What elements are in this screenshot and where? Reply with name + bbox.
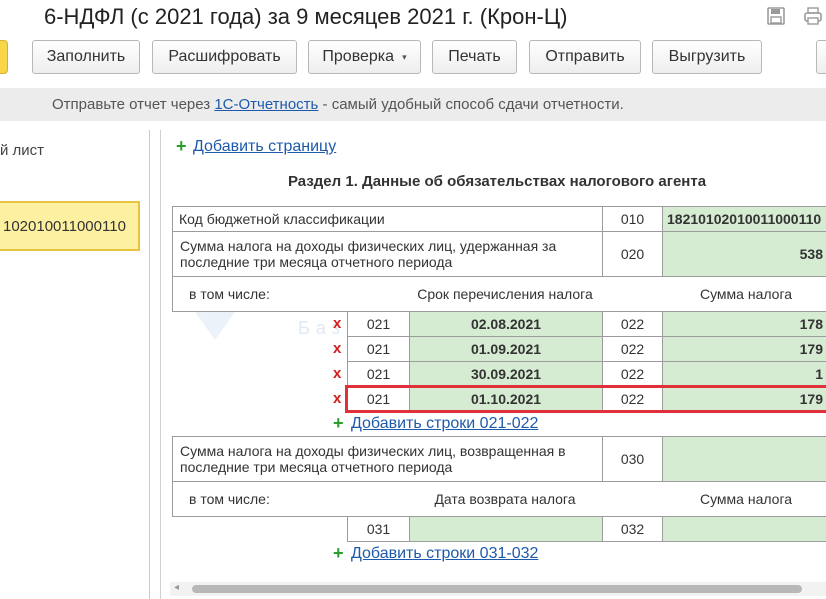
kbk-value-field[interactable]: 18210102010011000110 <box>662 206 826 232</box>
returned-tax-amount-field[interactable] <box>662 516 826 542</box>
row-code-022: 022 <box>602 336 663 362</box>
withheld-amount-field[interactable]: 538 <box>662 231 826 277</box>
sidebar-section-label: й лист <box>0 142 45 159</box>
returned-amount-field[interactable] <box>662 436 826 482</box>
add-page-link[interactable]: Добавить страницу <box>193 138 336 156</box>
returned-code: 030 <box>602 436 663 482</box>
kbk-label: Код бюджетной классификации <box>172 206 603 232</box>
withheld-code: 020 <box>602 231 663 277</box>
tax-amount-field[interactable]: 1 <box>662 361 826 387</box>
info-suffix: - самый удобный способ сдачи отчетности. <box>318 96 624 113</box>
return-date-field[interactable] <box>409 516 603 542</box>
delete-row-icon[interactable]: x <box>333 390 341 407</box>
row-code-021: 021 <box>347 311 410 337</box>
tax-amount-field[interactable]: 179 <box>662 336 826 362</box>
breakdown-label-1: в том числе: <box>189 286 270 302</box>
export-button[interactable]: Выгрузить <box>652 40 762 74</box>
transfer-date-field[interactable]: 30.09.2021 <box>409 361 603 387</box>
send-button-label: Отправить <box>545 48 625 65</box>
sidebar-item-selected[interactable]: 102010011000110 <box>0 201 140 251</box>
returned-label: Сумма налога на доходы физических лиц, в… <box>172 436 603 482</box>
fill-button[interactable]: Заполнить <box>32 40 140 74</box>
scroll-left-icon[interactable]: ◂ <box>174 582 179 593</box>
save-icon[interactable] <box>766 6 786 26</box>
delete-row-icon[interactable]: x <box>333 340 341 357</box>
fill-button-label: Заполнить <box>46 48 126 65</box>
record-and-close-button[interactable] <box>0 40 8 74</box>
check-button-label: Проверка <box>322 48 395 65</box>
title-bar: 6-НДФЛ (с 2021 года) за 9 месяцев 2021 г… <box>0 0 826 34</box>
delete-row-icon[interactable]: x <box>333 315 341 332</box>
reporting-service-link[interactable]: 1С-Отчетность <box>214 96 318 113</box>
add-rows-031-032-link[interactable]: Добавить строки 031-032 <box>351 545 538 563</box>
transfer-date-header: Срок перечисления налога <box>417 286 593 302</box>
decode-button-label: Расшифровать <box>168 48 281 65</box>
highlighted-row-frame <box>345 385 826 413</box>
row-code-021: 021 <box>347 336 410 362</box>
add-rows-021-022-link[interactable]: Добавить строки 021-022 <box>351 415 538 433</box>
add-page-plus-icon: + <box>176 136 187 156</box>
info-prefix: Отправьте отчет через <box>52 96 215 113</box>
withheld-label: Сумма налога на доходы физических лиц, у… <box>172 231 603 277</box>
print-button[interactable]: Печать <box>432 40 517 74</box>
print-icon[interactable] <box>803 6 823 26</box>
check-dropdown-button[interactable]: Проверка ▾ <box>308 40 421 74</box>
transfer-date-field[interactable]: 01.09.2021 <box>409 336 603 362</box>
add-rows-plus-icon: + <box>333 413 344 433</box>
return-date-header: Дата возврата налога <box>434 491 576 507</box>
more-button[interactable] <box>816 40 826 74</box>
row-code-022: 022 <box>602 311 663 337</box>
tax-amount-field[interactable]: 178 <box>662 311 826 337</box>
decode-button[interactable]: Расшифровать <box>152 40 297 74</box>
row-code-032: 032 <box>602 516 663 542</box>
breakdown-label-2: в том числе: <box>189 491 270 507</box>
row-code-022: 022 <box>602 361 663 387</box>
kbk-code: 010 <box>602 206 663 232</box>
row-code-021: 021 <box>347 361 410 387</box>
panel-divider[interactable] <box>160 130 161 599</box>
tax-amount-header-1: Сумма налога <box>699 286 793 302</box>
info-message: Отправьте отчет через 1С-Отчетность - са… <box>52 96 624 113</box>
chevron-down-icon: ▾ <box>402 51 407 62</box>
scrollbar-thumb[interactable] <box>192 585 802 593</box>
print-button-label: Печать <box>448 48 501 65</box>
export-button-label: Выгрузить <box>668 48 746 65</box>
add-rows-plus-icon: + <box>333 543 344 563</box>
delete-row-icon[interactable]: x <box>333 365 341 382</box>
document-title: 6-НДФЛ (с 2021 года) за 9 месяцев 2021 г… <box>44 4 568 29</box>
transfer-date-field[interactable]: 02.08.2021 <box>409 311 603 337</box>
section-title: Раздел 1. Данные об обязательствах налог… <box>288 173 707 190</box>
send-button[interactable]: Отправить <box>529 40 641 74</box>
tax-amount-header-2: Сумма налога <box>699 491 793 507</box>
row-code-031: 031 <box>347 516 410 542</box>
